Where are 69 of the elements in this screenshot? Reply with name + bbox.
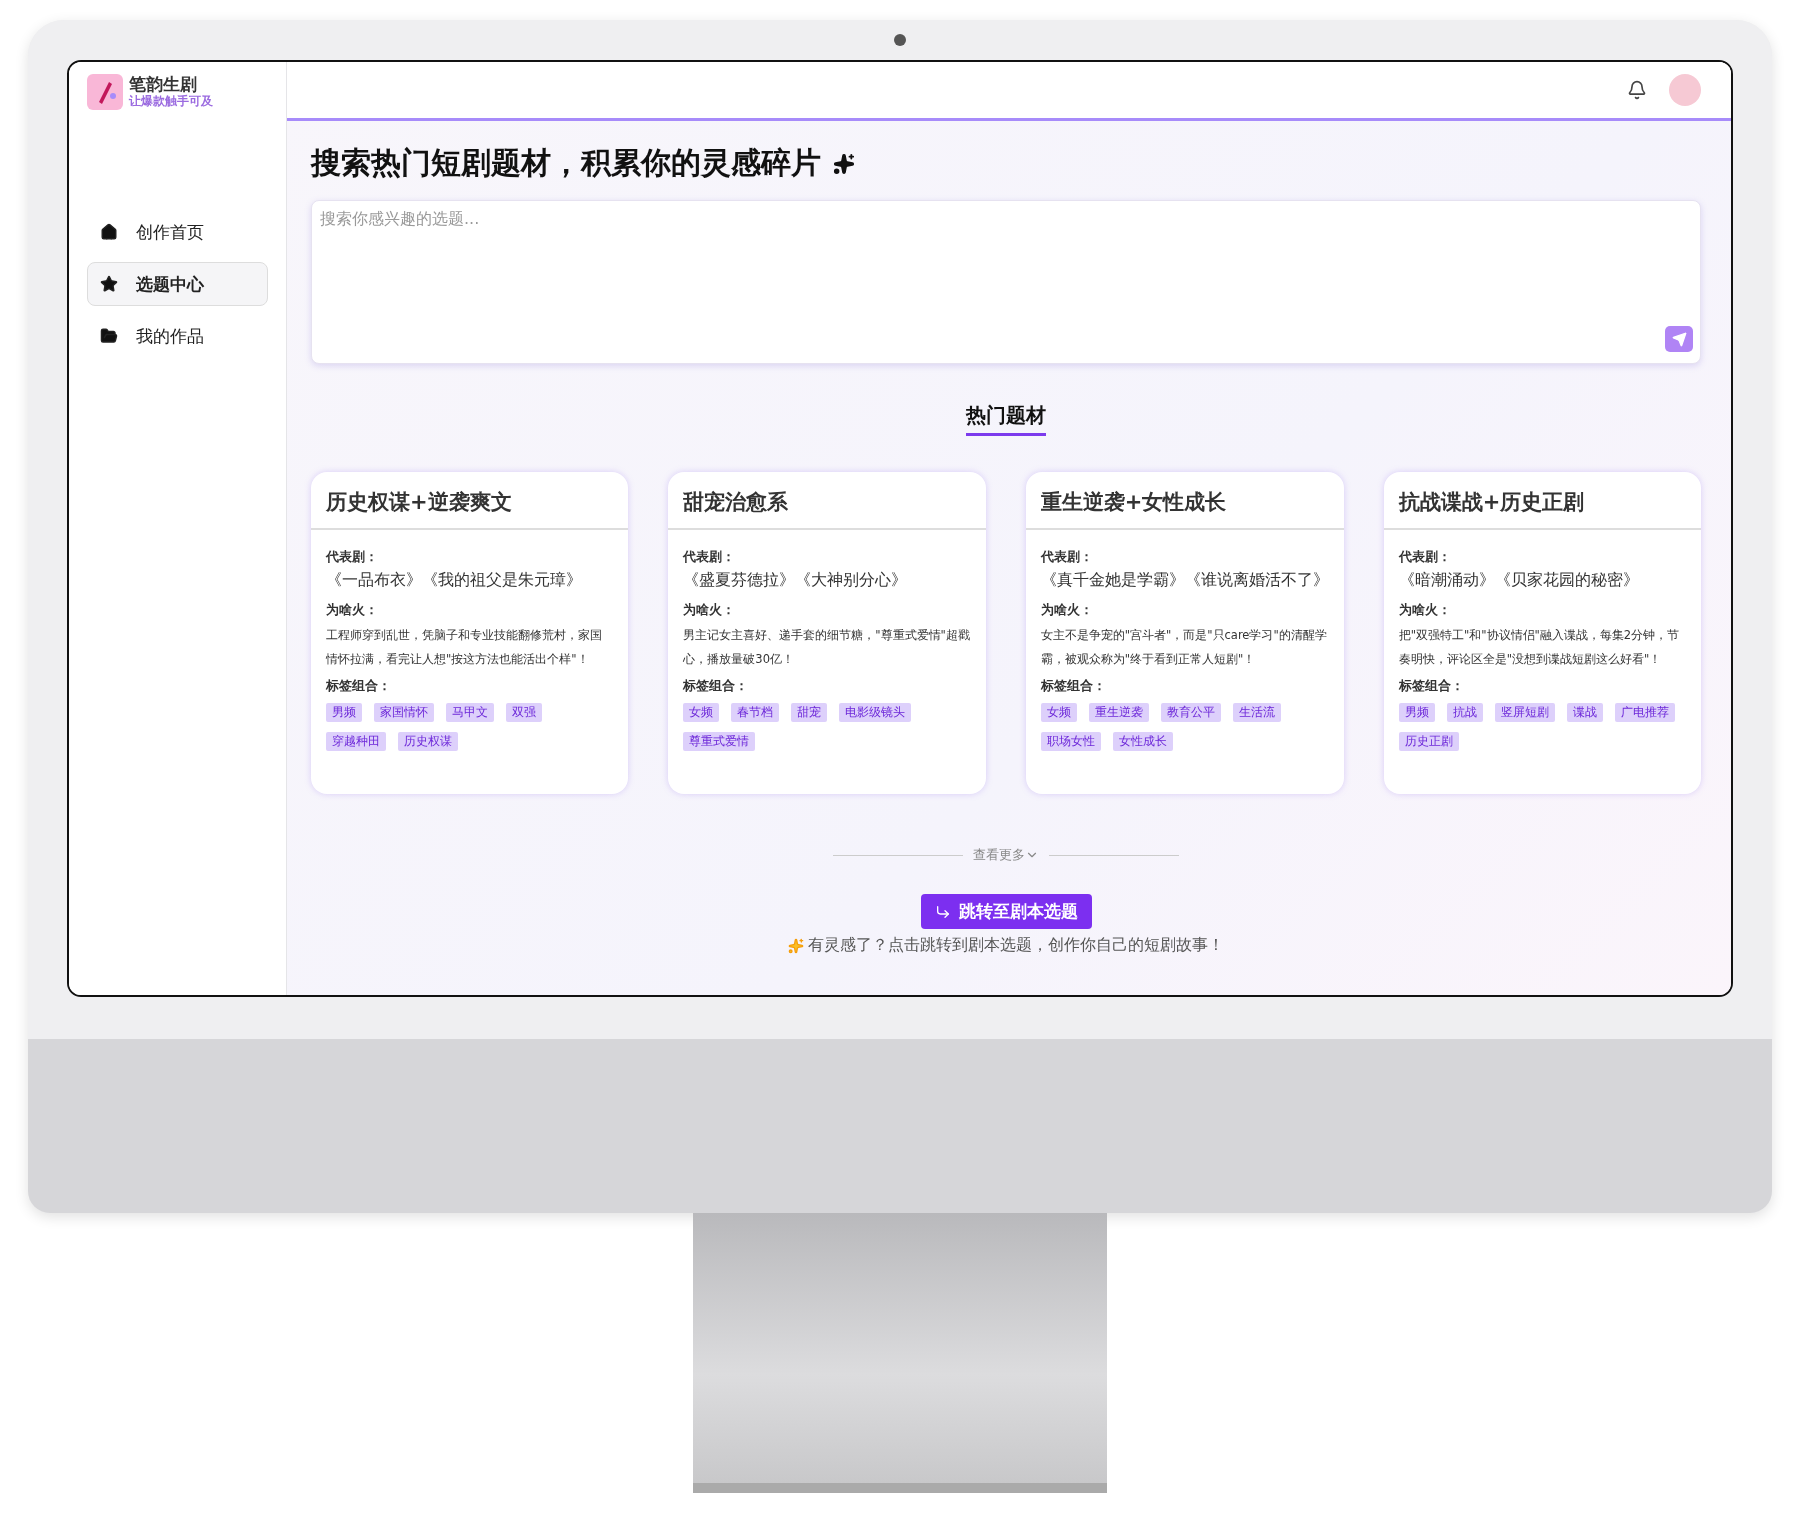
field-label: 代表剧： (1398, 548, 1452, 566)
brand-slogan: 让爆款触手可及 (129, 94, 213, 109)
tag: 双强 (506, 703, 542, 722)
field-label: 为啥火： (683, 601, 737, 619)
tag: 女频 (683, 703, 720, 722)
tag: 甜宠 (791, 703, 828, 722)
bell-icon[interactable] (1627, 80, 1647, 100)
field-label: 代表剧： (326, 548, 379, 566)
brand-name: 笔韵生剧 (129, 75, 198, 95)
tag: 马甲文 (446, 703, 494, 722)
card-title: 甜宠治愈系 (668, 472, 986, 530)
tag: 历史权谋 (398, 732, 458, 751)
works-text: 《一品布衣》《我的祖父是朱元璋》 (326, 570, 583, 591)
tag: 春节档 (731, 703, 780, 722)
works-text: 《真千金她是学霸》《谁说离婚活不了》 (1040, 570, 1329, 591)
sparkle-icon (788, 937, 804, 954)
card-title: 历史权谋+逆袭爽文 (311, 472, 629, 530)
reason-text: 把"双强特工"和"协议情侣"融入谍战，每集2分钟，节奏明快，评论区全是"没想到谍战短剧这么好看"！ (1398, 627, 1681, 668)
tag: 历史正剧 (1398, 732, 1459, 751)
field-label: 为啥火： (326, 601, 379, 619)
home-icon (100, 223, 118, 241)
avatar[interactable] (1669, 74, 1701, 106)
tag: 教育公平 (1160, 703, 1221, 722)
tag: 女性成长 (1112, 732, 1173, 751)
works-text: 《盛夏芬德拉》《大神别分心》 (683, 570, 909, 591)
works-text: 《暗潮涌动》《贝家花园的秘密》 (1398, 570, 1640, 591)
sparkle-icon (833, 152, 855, 175)
tag: 男频 (1398, 703, 1435, 722)
arrow-icon (934, 903, 951, 920)
tag: 职场女性 (1040, 732, 1101, 751)
field-label: 标签组合： (326, 677, 392, 695)
tag: 竖屏短剧 (1494, 703, 1555, 722)
logo-icon (87, 74, 123, 110)
tag: 重生逆袭 (1088, 703, 1149, 722)
page-heading: 搜索热门短剧题材，积累你的灵感碎片 (311, 144, 821, 182)
field-label: 为啥火： (1040, 601, 1094, 619)
tag: 广电推荐 (1614, 703, 1675, 722)
tag: 男频 (326, 703, 362, 722)
field-label: 代表剧： (1040, 548, 1094, 566)
sidebar-item[interactable]: 创作首页 (87, 210, 268, 254)
reason-text: 工程师穿到乱世，凭脑子和专业技能翻修荒村，家国情怀拉满，看完让人想"按这方法也能活出个样"！ (326, 627, 603, 668)
tag: 谍战 (1566, 703, 1603, 722)
tag: 生活流 (1232, 703, 1281, 722)
reason-text: 女主不是争宠的"宫斗者"，而是"只care学习"的清醒学霸，被观众称为"终于看到正常人短剧"！ (1040, 627, 1328, 668)
tag: 抗战 (1446, 703, 1483, 722)
hint-text: 有灵感了？点击跳转到剧本选题，创作你自己的短剧故事！ (808, 935, 1224, 956)
field-label: 标签组合： (1040, 677, 1107, 695)
jump-button[interactable]: 跳转至剧本选题 (920, 894, 1092, 929)
send-icon (1671, 331, 1687, 347)
camera-dot (894, 34, 906, 46)
field-label: 为啥火： (1398, 601, 1452, 619)
card-title: 重生逆袭+女性成长 (1025, 472, 1344, 530)
star-icon (100, 275, 118, 293)
tag: 家国情怀 (374, 703, 434, 722)
tag: 穿越种田 (326, 732, 386, 751)
field-label: 标签组合： (683, 677, 750, 695)
tag: 尊重式爱情 (683, 732, 756, 751)
folder-icon (100, 327, 118, 345)
tag: 电影级镜头 (839, 703, 912, 722)
search-field[interactable]: 搜索你感兴趣的选题... (311, 200, 1701, 364)
sidebar-item[interactable]: 选题中心 (87, 262, 268, 306)
tag: 女频 (1040, 703, 1077, 722)
send-button[interactable] (1665, 326, 1693, 352)
card-title: 抗战谍战+历史正剧 (1383, 472, 1701, 530)
field-label: 标签组合： (1398, 677, 1465, 695)
reason-text: 男主记女主喜好、递手套的细节糖，"尊重式爱情"超戳心，播放量破30亿！ (683, 627, 971, 668)
field-label: 代表剧： (683, 548, 737, 566)
section-tab[interactable]: 热门题材 (966, 402, 1046, 436)
sidebar-item[interactable]: 我的作品 (87, 314, 268, 358)
